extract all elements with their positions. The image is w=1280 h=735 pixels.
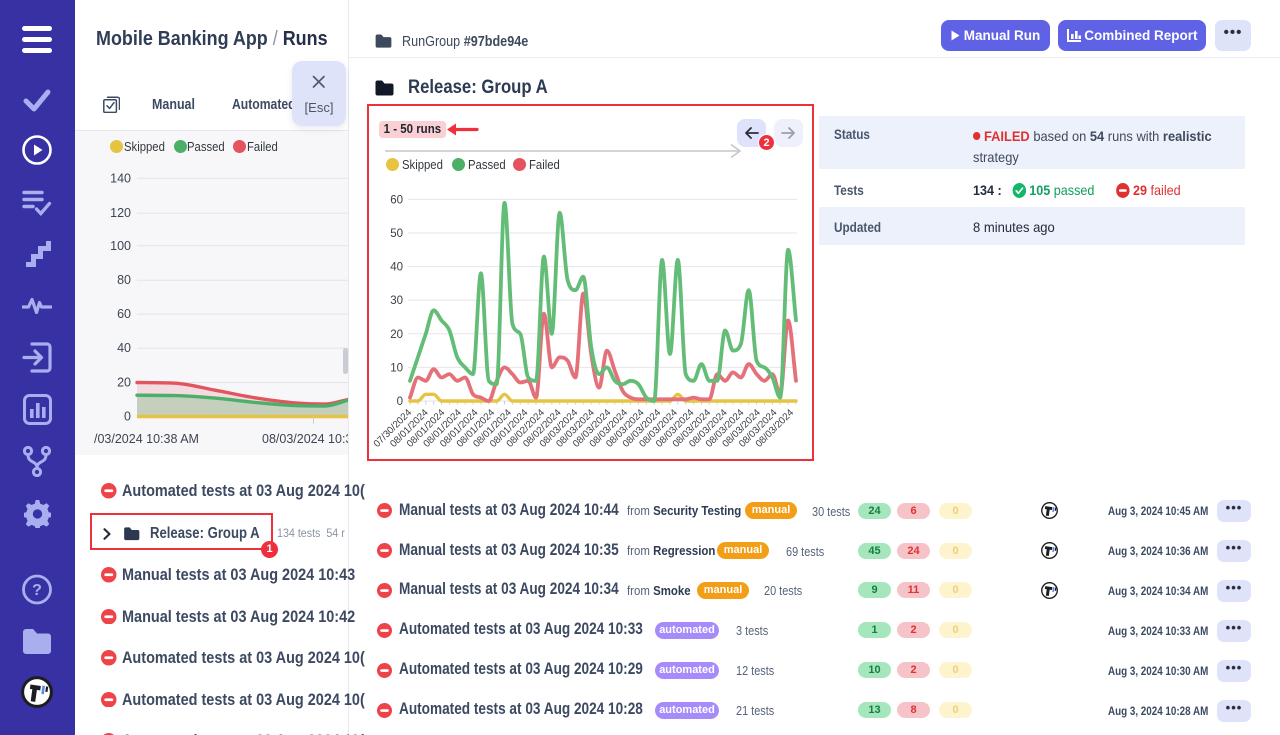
svg-text:08/03/2024 10:39: 08/03/2024 10:39 bbox=[262, 432, 348, 446]
svg-text:40: 40 bbox=[117, 341, 131, 355]
svg-text:10: 10 bbox=[390, 362, 403, 374]
svg-text:60: 60 bbox=[390, 194, 403, 206]
svg-text:?: ? bbox=[32, 582, 42, 599]
svg-text:120: 120 bbox=[110, 206, 131, 220]
svg-text:0: 0 bbox=[397, 396, 403, 408]
svg-text:140: 140 bbox=[110, 171, 131, 185]
svg-text:80: 80 bbox=[117, 273, 131, 287]
svg-text:/03/2024 10:38 AM: /03/2024 10:38 AM bbox=[94, 432, 199, 446]
svg-text:50: 50 bbox=[390, 228, 403, 240]
svg-text:0: 0 bbox=[124, 410, 131, 424]
svg-text:100: 100 bbox=[110, 239, 131, 253]
svg-text:60: 60 bbox=[117, 307, 131, 321]
svg-text:30: 30 bbox=[390, 295, 403, 307]
svg-text:20: 20 bbox=[390, 329, 403, 341]
svg-text:40: 40 bbox=[390, 262, 403, 274]
svg-text:20: 20 bbox=[117, 376, 131, 390]
